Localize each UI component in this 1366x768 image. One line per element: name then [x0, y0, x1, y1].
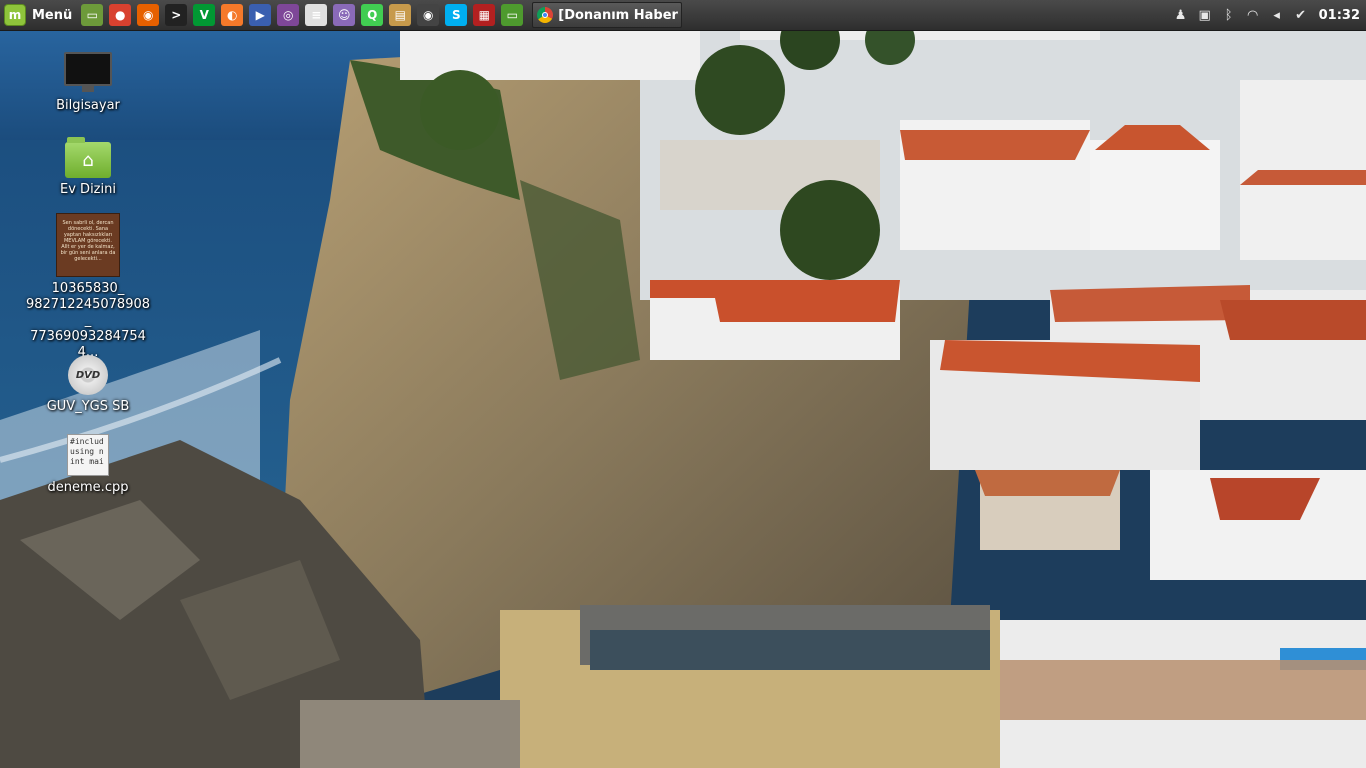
image-thumbnail: Sen sabrli ol, dercan dönecekti. Sana ya… [56, 213, 120, 277]
desktop-icon-label: Ev Dizini [60, 182, 116, 197]
launcher-bar: ▭ ● ◉ > V ◐ ▶ ◎ ≡ ☺ Q ▤ ◉ S ▦ ▭ [78, 0, 526, 30]
taskbar-window-chrome[interactable]: [Donanım Haber ... [532, 2, 683, 28]
mint-logo-icon: m [4, 4, 26, 26]
text-editor-icon[interactable]: ≡ [305, 4, 328, 26]
top-panel: m Menü ▭●◉>V◐▶◎≡☺Q▤◉S▦▭ [Donanım Haber .… [0, 0, 1366, 31]
desktop-icon-home[interactable]: ⌂ Ev Dizini [23, 137, 153, 198]
clock[interactable]: 01:32 [1319, 8, 1360, 23]
task-title: [Donanım Haber ... [558, 7, 681, 23]
desktop-icon-label: Bilgisayar [56, 98, 120, 113]
home-folder-icon: ⌂ [65, 137, 111, 178]
show-desktop-icon[interactable]: ▭ [81, 4, 104, 26]
skype-icon[interactable]: S [445, 4, 468, 26]
terminal-icon[interactable]: > [165, 4, 188, 26]
update-shield-icon[interactable]: ✔ [1292, 6, 1310, 24]
video-player-icon[interactable]: ▶ [249, 4, 272, 26]
chrome-icon[interactable]: ● [109, 4, 132, 26]
computer-icon [64, 52, 112, 92]
dvd-icon: DVD [68, 355, 108, 395]
bluetooth-icon[interactable]: ᛒ [1220, 6, 1238, 24]
blender-icon[interactable]: ◐ [221, 4, 244, 26]
webcam-icon[interactable]: ◉ [417, 4, 440, 26]
desktop-icon-computer[interactable]: Bilgisayar [23, 52, 153, 114]
desktop-icon-cpp[interactable]: #includ using n int mai deneme.cpp [23, 434, 153, 496]
firefox-icon[interactable]: ◉ [137, 4, 160, 26]
archive-manager-icon[interactable]: ▤ [389, 4, 412, 26]
desktop-icon-image[interactable]: Sen sabrli ol, dercan dönecekti. Sana ya… [23, 213, 153, 361]
desktop-icon-label: GUV_YGS SB [46, 399, 130, 414]
vim-icon[interactable]: V [193, 4, 216, 26]
desktop-icon-dvd[interactable]: DVD GUV_YGS SB [23, 355, 153, 415]
wifi-icon[interactable]: ◠ [1244, 6, 1262, 24]
qt-creator-icon[interactable]: Q [361, 4, 384, 26]
user-icon[interactable]: ♟ [1172, 6, 1190, 24]
tor-icon[interactable]: ◎ [277, 4, 300, 26]
lock-icon[interactable]: ▣ [1196, 6, 1214, 24]
pidgin-icon[interactable]: ☺ [333, 4, 356, 26]
desktop-icon-label: 10365830_ 982712245078908_ 7736909328475… [25, 281, 151, 360]
workspace-icon[interactable]: ▭ [501, 4, 524, 26]
system-tray: ♟ ▣ ᛒ ◠ ◂ ✔ 01:32 [1169, 0, 1366, 30]
calculator-icon[interactable]: ▦ [473, 4, 496, 26]
text-file-icon: #includ using n int mai [67, 434, 109, 476]
menu-label: Menü [32, 7, 73, 23]
desktop-icon-label: deneme.cpp [47, 480, 129, 495]
volume-icon[interactable]: ◂ [1268, 6, 1286, 24]
menu-button[interactable]: m Menü [0, 0, 78, 30]
desktop-wallpaper [0, 0, 1366, 768]
chrome-icon [537, 7, 554, 23]
